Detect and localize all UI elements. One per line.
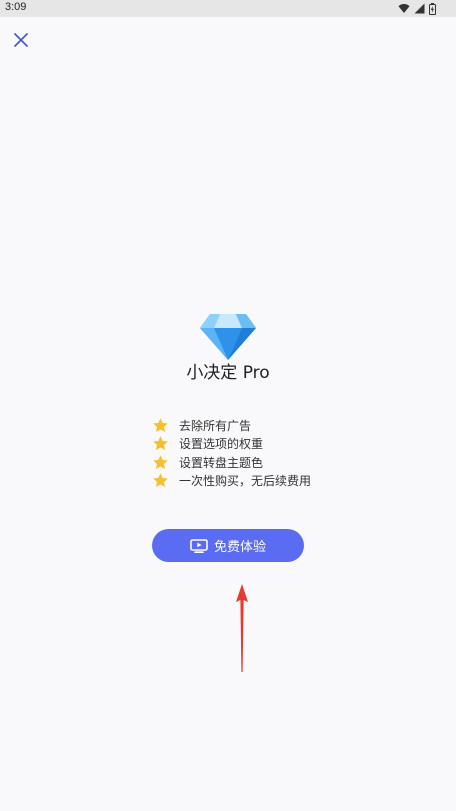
arrow-up-icon — [236, 584, 248, 672]
feature-item: 设置转盘主题色 — [152, 453, 311, 471]
status-icons — [398, 2, 436, 15]
star-icon — [153, 417, 168, 432]
feature-item: 一次性购买，无后续费用 — [152, 472, 311, 490]
battery-icon — [429, 2, 436, 15]
feature-list: 去除所有广告 设置选项的权重 设置转盘主题色 一次性购买，无后续费用 — [152, 416, 311, 490]
feature-label: 设置转盘主题色 — [179, 455, 264, 470]
feature-label: 一次性购买，无后续费用 — [179, 474, 312, 488]
feature-label: 设置选项的权重 — [179, 437, 264, 451]
star-icon — [153, 473, 168, 488]
feature-item: 设置选项的权重 — [152, 435, 311, 453]
status-bar: 3:09 — [0, 0, 456, 17]
status-time: 3:09 — [5, 1, 27, 13]
diamond-icon — [200, 314, 256, 360]
signal-icon — [414, 3, 425, 14]
feature-label: 去除所有广告 — [179, 418, 252, 433]
free-trial-button[interactable]: 免费体验 — [152, 529, 304, 562]
video-play-icon — [190, 538, 208, 553]
product-title: 小决定 Pro — [186, 363, 270, 383]
free-trial-label: 免费体验 — [213, 540, 266, 555]
feature-item: 去除所有广告 — [152, 416, 311, 434]
close-icon — [14, 33, 28, 47]
wifi-icon — [398, 4, 410, 13]
star-icon — [153, 436, 168, 451]
close-button[interactable] — [10, 29, 32, 51]
star-icon — [153, 454, 168, 469]
